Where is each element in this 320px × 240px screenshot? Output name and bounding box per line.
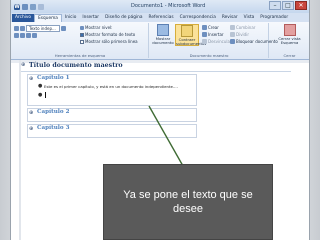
expand-chapter-2-icon[interactable]: ⊕ bbox=[29, 110, 33, 116]
collapse-subdocuments-icon bbox=[181, 25, 193, 37]
show-first-line-checkbox[interactable] bbox=[80, 39, 84, 44]
insert-label: Insertar bbox=[208, 32, 224, 37]
window-title: Documento1 - Microsoft Word bbox=[131, 3, 206, 9]
split-label: Dividir bbox=[236, 32, 249, 37]
expand-chapter-1-icon[interactable]: ⊕ bbox=[29, 76, 33, 82]
close-outline-view-button[interactable]: Cerrar vista Esquema bbox=[273, 24, 306, 45]
show-first-line-option[interactable]: Mostrar sólo primera línea bbox=[80, 39, 138, 44]
minimize-button[interactable]: – bbox=[269, 1, 281, 10]
outline-tools-group-label: Herramientas de esquema bbox=[54, 53, 106, 58]
insert-icon bbox=[202, 32, 207, 37]
show-level-label: Mostrar nivel: bbox=[85, 25, 113, 30]
show-document-icon bbox=[157, 24, 169, 36]
close-outline-label: Cerrar vista Esquema bbox=[278, 36, 301, 45]
move-down-icon[interactable] bbox=[20, 33, 25, 38]
title-underline bbox=[21, 71, 291, 72]
collapse-icon[interactable] bbox=[32, 33, 37, 38]
callout-text: Ya se pone el texto que se desee bbox=[123, 189, 253, 215]
title-bar: W Documento1 - Microsoft Word – □ ✕ bbox=[11, 0, 309, 13]
maximize-button[interactable]: □ bbox=[282, 1, 294, 10]
quick-access-toolbar: W bbox=[11, 3, 44, 10]
demote-icon[interactable] bbox=[61, 26, 66, 31]
close-group-label: Cerrar bbox=[283, 53, 296, 58]
show-text-format-checkbox[interactable] bbox=[80, 32, 84, 37]
unlink-label: Desvincular bbox=[208, 39, 232, 44]
tab-insertar[interactable]: Insertar bbox=[79, 14, 102, 22]
tab-inicio[interactable]: Inicio bbox=[62, 14, 79, 22]
tab-programador[interactable]: Programador bbox=[257, 14, 291, 22]
close-group: Cerrar vista Esquema Cerrar bbox=[270, 23, 309, 58]
chapter-3-heading[interactable]: Capítulo 3 bbox=[37, 125, 69, 131]
level-select[interactable]: Texto indep... bbox=[26, 25, 60, 32]
tab-diseno-pagina[interactable]: Diseño de página bbox=[102, 14, 145, 22]
text-cursor bbox=[45, 92, 46, 98]
create-label: Crear bbox=[208, 25, 219, 30]
lock-icon bbox=[230, 39, 235, 44]
ribbon-tabs: Archivo Esquema Inicio Insertar Diseño d… bbox=[11, 13, 309, 22]
bullet-icon: ● bbox=[38, 92, 43, 98]
unlink-button[interactable]: Desvincular bbox=[202, 39, 232, 44]
chapter-1-body[interactable]: Este es el primer capítulo, y está en un… bbox=[44, 84, 178, 89]
document-title[interactable]: Título documento maestro bbox=[29, 62, 123, 69]
collapse-subdocuments-button[interactable]: Contraer subdocumentos bbox=[175, 24, 207, 46]
create-icon bbox=[202, 25, 207, 30]
show-document-button[interactable]: Mostrar documento bbox=[152, 24, 174, 45]
tab-vista[interactable]: Vista bbox=[241, 14, 258, 22]
unlink-icon bbox=[202, 39, 207, 44]
chapter-1-heading[interactable]: Capítulo 1 bbox=[37, 75, 69, 81]
close-button[interactable]: ✕ bbox=[295, 1, 307, 10]
show-text-format-label: Mostrar formato de texto bbox=[85, 32, 136, 37]
master-document-group-label: Documento maestro bbox=[189, 53, 229, 58]
outline-tools-group: Texto indep... Mostrar nivel: Mostrar fo… bbox=[12, 23, 149, 58]
tab-correspondencia[interactable]: Correspondencia bbox=[177, 14, 219, 22]
move-controls[interactable] bbox=[14, 33, 37, 38]
master-document-group: Mostrar documento Contraer subdocumentos… bbox=[150, 23, 278, 58]
tab-archivo[interactable]: Archivo bbox=[12, 14, 35, 22]
undo-icon[interactable] bbox=[30, 3, 36, 10]
split-button[interactable]: Dividir bbox=[230, 32, 249, 37]
show-document-label: Mostrar documento bbox=[152, 36, 174, 45]
expand-chapter-3-icon[interactable]: ⊕ bbox=[29, 126, 33, 132]
window-controls: – □ ✕ bbox=[269, 1, 307, 10]
insert-button[interactable]: Insertar bbox=[202, 32, 224, 37]
show-level-icon bbox=[80, 25, 84, 30]
split-icon bbox=[230, 32, 235, 37]
callout-box: Ya se pone el texto que se desee bbox=[103, 164, 273, 240]
close-outline-icon bbox=[283, 24, 296, 36]
show-level-option[interactable]: Mostrar nivel: bbox=[80, 25, 113, 30]
vertical-ruler bbox=[19, 60, 21, 240]
expand-title-icon[interactable]: ⊕ bbox=[21, 62, 25, 68]
combine-icon bbox=[230, 25, 235, 30]
save-icon[interactable] bbox=[22, 3, 28, 10]
chapter-2-heading[interactable]: Capítulo 2 bbox=[37, 109, 69, 115]
promote-controls[interactable]: Texto indep... bbox=[14, 25, 66, 32]
combine-label: Combinar bbox=[236, 25, 256, 30]
create-button[interactable]: Crear bbox=[202, 25, 219, 30]
tab-referencias[interactable]: Referencias bbox=[146, 14, 177, 22]
redo-icon[interactable] bbox=[38, 3, 44, 10]
move-up-icon[interactable] bbox=[14, 33, 19, 38]
combine-button[interactable]: Combinar bbox=[230, 25, 255, 30]
promote-icon[interactable] bbox=[20, 26, 25, 31]
tab-esquema[interactable]: Esquema bbox=[34, 14, 62, 22]
promote-to-heading-icon[interactable] bbox=[14, 26, 19, 31]
ribbon: Texto indep... Mostrar nivel: Mostrar fo… bbox=[11, 22, 309, 60]
show-first-line-label: Mostrar sólo primera línea bbox=[85, 39, 138, 44]
show-text-format-option[interactable]: Mostrar formato de texto bbox=[80, 32, 135, 37]
expand-icon[interactable] bbox=[26, 33, 31, 38]
word-app-icon[interactable]: W bbox=[14, 3, 20, 10]
bullet-icon: ● bbox=[38, 83, 43, 89]
tab-revisar[interactable]: Revisar bbox=[219, 14, 241, 22]
collapse-subdocuments-label: Contraer subdocumentos bbox=[176, 37, 207, 46]
